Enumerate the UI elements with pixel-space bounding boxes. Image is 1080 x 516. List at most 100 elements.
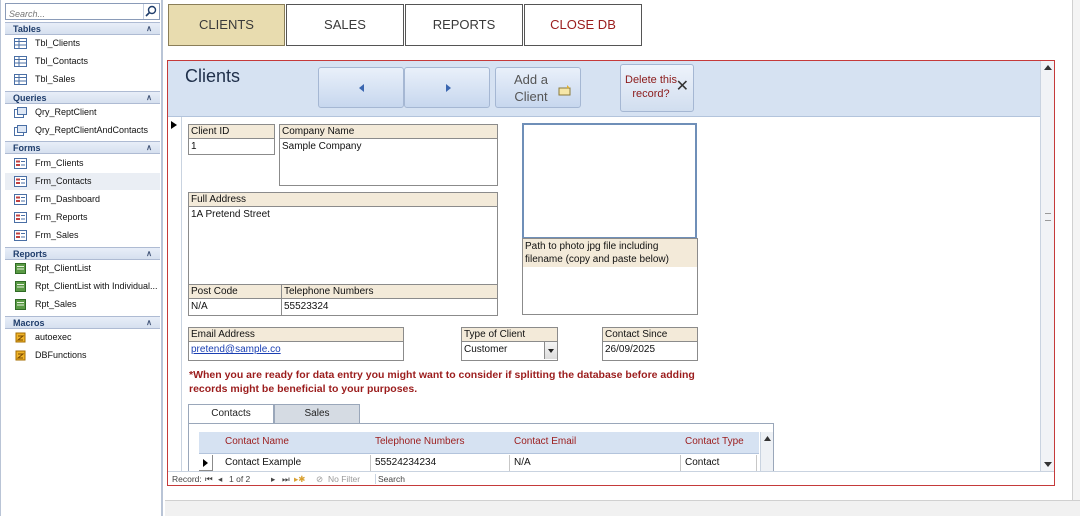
macro-icon xyxy=(14,350,27,361)
nav-item-rpt-sales[interactable]: Rpt_Sales xyxy=(5,296,160,313)
nav-item-label: Qry_ReptClient xyxy=(35,107,97,117)
table-icon xyxy=(14,74,27,85)
tab-sales[interactable]: Sales xyxy=(274,404,360,424)
first-record-icon[interactable]: ⏮ xyxy=(205,474,213,485)
nav-item-autoexec[interactable]: autoexec xyxy=(5,329,160,346)
chevron-down-icon[interactable] xyxy=(544,342,557,359)
nav-item-tbl-sales[interactable]: Tbl_Sales xyxy=(5,71,160,88)
add-client-button[interactable]: Add a Client xyxy=(495,67,581,108)
group-header-forms[interactable]: Forms ∧ xyxy=(5,141,160,154)
record-nav-label: Record: xyxy=(172,474,202,484)
row-selector[interactable] xyxy=(199,455,213,471)
group-header-queries[interactable]: Queries ∧ xyxy=(5,91,160,104)
table-icon xyxy=(14,56,27,67)
nav-item-label: Frm_Reports xyxy=(35,212,88,222)
nav-item-label: Frm_Clients xyxy=(35,158,84,168)
contact-telephone-cell: 55524234234 xyxy=(375,457,437,468)
client-type-value: Customer xyxy=(464,344,508,355)
record-position-field[interactable]: 1 of 2 xyxy=(229,474,250,484)
last-record-icon[interactable]: ⏭ xyxy=(282,474,290,485)
photo-path-field[interactable] xyxy=(522,267,698,315)
nav-item-rpt-clientlist-individual[interactable]: Rpt_ClientList with Individual... xyxy=(5,278,160,295)
no-filter-button[interactable]: No Filter xyxy=(328,474,360,484)
nav-item-rpt-clientlist[interactable]: Rpt_ClientList xyxy=(5,260,160,277)
nav-item-frm-clients[interactable]: Frm_Clients xyxy=(5,155,160,172)
nav-search-input[interactable] xyxy=(6,6,142,22)
table-row[interactable]: Contact Example 55524234234 N/A Contact xyxy=(199,455,759,472)
form-scrollbar[interactable] xyxy=(1040,61,1054,471)
company-name-field[interactable]: Sample Company xyxy=(279,139,498,186)
collapse-chevron-icon[interactable]: ∧ xyxy=(146,23,152,35)
nav-item-frm-dashboard[interactable]: Frm_Dashboard xyxy=(5,191,160,208)
add-record-icon xyxy=(558,85,571,96)
next-arrow-icon xyxy=(446,84,451,92)
navigation-pane: Tables ∧ Tbl_Clients Tbl_Contacts Tbl_Sa… xyxy=(0,0,163,516)
scroll-thumb[interactable] xyxy=(1045,213,1051,221)
new-record-icon[interactable]: ▸✱ xyxy=(294,474,305,485)
photo-path-label: Path to photo jpg file including filenam… xyxy=(522,238,698,268)
previous-record-icon[interactable]: ◂ xyxy=(218,474,222,485)
collapse-chevron-icon[interactable]: ∧ xyxy=(146,92,152,104)
macro-icon xyxy=(14,332,27,343)
sales-tab-button[interactable]: SALES xyxy=(286,4,404,46)
nav-item-label: Frm_Dashboard xyxy=(35,194,101,204)
collapse-chevron-icon[interactable]: ∧ xyxy=(146,317,152,329)
nav-item-label: Rpt_Sales xyxy=(35,299,77,309)
query-icon xyxy=(14,107,27,118)
client-id-field[interactable]: 1 xyxy=(188,139,275,155)
nav-item-dbfunctions[interactable]: DBFunctions xyxy=(5,347,160,364)
add-client-label: Add a Client xyxy=(514,72,548,104)
filter-icon[interactable]: ⊘ xyxy=(316,474,323,485)
window-edge xyxy=(1072,0,1080,500)
email-field[interactable]: pretend@sample.co xyxy=(188,342,404,361)
nav-item-qry-reptclientandcontacts[interactable]: Qry_ReptClientAndContacts xyxy=(5,122,160,139)
nav-item-frm-contacts[interactable]: Frm_Contacts xyxy=(5,173,160,190)
tab-contacts[interactable]: Contacts xyxy=(188,404,274,424)
clients-form: Clients Add a Client Delete this record?… xyxy=(167,60,1055,486)
scroll-up-icon[interactable] xyxy=(761,433,774,445)
close-db-button[interactable]: CLOSE DB xyxy=(524,4,642,46)
nav-item-label: Rpt_ClientList with Individual... xyxy=(35,281,158,291)
nav-search-box[interactable] xyxy=(5,3,160,22)
nav-item-tbl-contacts[interactable]: Tbl_Contacts xyxy=(5,53,160,70)
table-cell[interactable] xyxy=(510,455,681,472)
record-selector[interactable] xyxy=(168,117,182,471)
report-icon xyxy=(14,263,27,274)
delete-record-label: Delete this record? xyxy=(625,74,677,100)
client-photo xyxy=(522,123,697,239)
clients-tab-button[interactable]: CLIENTS xyxy=(168,4,285,46)
next-record-icon[interactable]: ▸ xyxy=(271,474,275,485)
email-label: Email Address xyxy=(188,327,404,342)
group-title: Reports xyxy=(13,249,48,259)
client-type-select[interactable]: Customer xyxy=(461,342,558,361)
delete-record-button[interactable]: Delete this record? ✕ xyxy=(620,64,694,112)
close-icon: ✕ xyxy=(675,78,689,95)
nav-item-frm-reports[interactable]: Frm_Reports xyxy=(5,209,160,226)
post-code-field[interactable]: N/A xyxy=(188,299,282,316)
status-bar xyxy=(165,500,1080,516)
scroll-up-icon[interactable] xyxy=(1044,65,1052,70)
group-header-reports[interactable]: Reports ∧ xyxy=(5,247,160,260)
previous-record-button[interactable] xyxy=(318,67,404,108)
full-address-field[interactable]: 1A Pretend Street xyxy=(188,207,498,285)
group-header-tables[interactable]: Tables ∧ xyxy=(5,22,160,35)
contact-since-field[interactable]: 26/09/2025 xyxy=(602,342,698,361)
group-title: Forms xyxy=(13,143,41,153)
search-icon[interactable] xyxy=(143,4,158,19)
nav-item-frm-sales[interactable]: Frm_Sales xyxy=(5,227,160,244)
scroll-down-icon[interactable] xyxy=(1044,462,1052,467)
column-header-contact-email: Contact Email xyxy=(514,436,577,447)
nav-item-qry-reptclient[interactable]: Qry_ReptClient xyxy=(5,104,160,121)
form-header: Clients Add a Client Delete this record?… xyxy=(168,61,1040,117)
telephone-field[interactable]: 55523324 xyxy=(281,299,498,316)
column-header-contact-name: Contact Name xyxy=(225,436,289,447)
group-title: Tables xyxy=(13,24,41,34)
nav-item-tbl-clients[interactable]: Tbl_Clients xyxy=(5,35,160,52)
group-header-macros[interactable]: Macros ∧ xyxy=(5,316,160,329)
next-record-button[interactable] xyxy=(404,67,490,108)
collapse-chevron-icon[interactable]: ∧ xyxy=(146,248,152,260)
group-title: Macros xyxy=(13,318,45,328)
reports-tab-button[interactable]: REPORTS xyxy=(405,4,523,46)
collapse-chevron-icon[interactable]: ∧ xyxy=(146,142,152,154)
record-search-box[interactable]: Search xyxy=(375,474,427,484)
